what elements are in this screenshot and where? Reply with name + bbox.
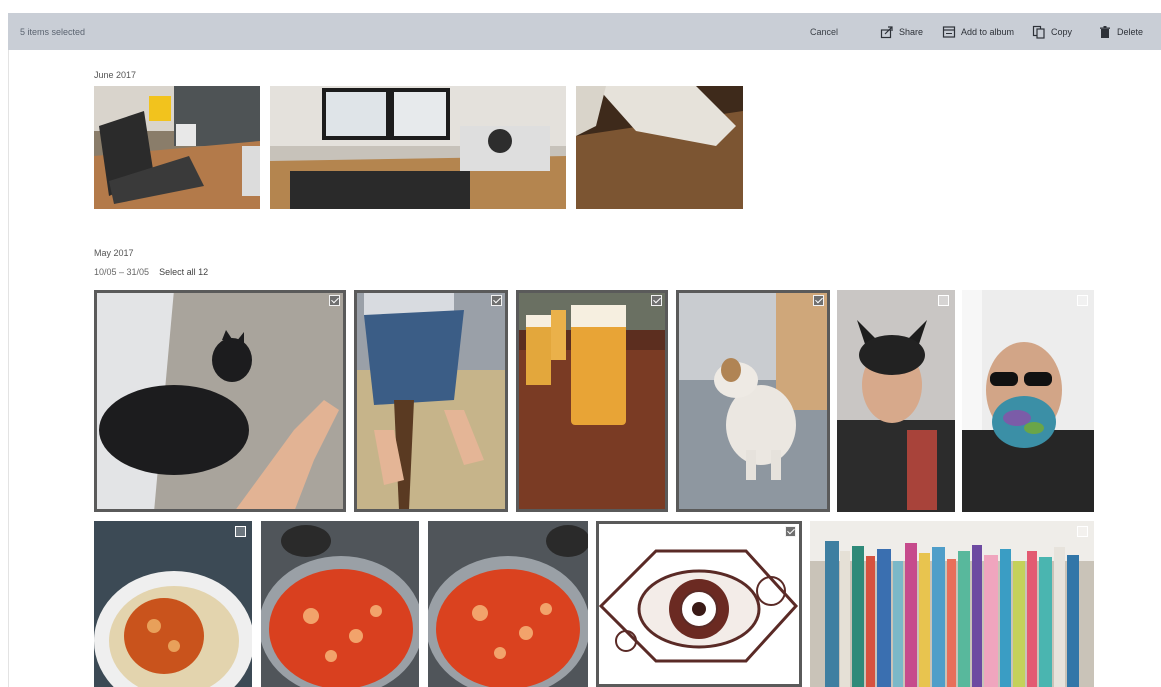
copy-label: Copy xyxy=(1051,26,1073,37)
bookshelf-image xyxy=(810,521,1094,687)
selection-checkbox[interactable] xyxy=(651,295,662,306)
photo-white-dog[interactable] xyxy=(676,290,830,512)
photo-tomato-stew-pot-2[interactable] xyxy=(428,521,588,687)
eye-illustration-image xyxy=(596,521,802,687)
selection-checkbox[interactable] xyxy=(491,295,502,306)
photo-black-cat[interactable] xyxy=(94,290,346,512)
group-title-may-2017: May 2017 xyxy=(94,248,134,258)
selection-checkbox[interactable] xyxy=(235,526,246,537)
monitors-desk-image xyxy=(270,86,566,209)
cat-mask-selfie-image xyxy=(837,290,955,512)
photo-feet-on-step[interactable] xyxy=(354,290,508,512)
tomato-stew-pot-2-image xyxy=(428,521,588,687)
selection-checkbox[interactable] xyxy=(1077,526,1088,537)
cat-on-sofa-image xyxy=(576,86,743,209)
photo-tomato-stew-pot[interactable] xyxy=(261,521,419,687)
cancel-button[interactable]: Cancel xyxy=(810,27,838,37)
share-icon xyxy=(880,25,893,38)
title-bar xyxy=(0,0,1161,10)
photo-monitors-desk[interactable] xyxy=(270,86,566,209)
photo-beer-glasses[interactable] xyxy=(516,290,668,512)
share-label: Share xyxy=(899,26,924,37)
group-subtitle-may-2017: 10/05 – 31/05 Select all 12 xyxy=(94,267,208,277)
copy-icon xyxy=(1032,25,1045,39)
selection-toolbar: 5 items selected Cancel Share Add to alb… xyxy=(8,13,1161,50)
selection-checkbox[interactable] xyxy=(938,295,949,306)
selection-checkbox[interactable] xyxy=(785,526,796,537)
trash-icon xyxy=(1100,25,1110,38)
add-to-album-label: Add to album xyxy=(961,26,1015,37)
add-to-album-button[interactable]: Add to album xyxy=(942,25,1014,39)
white-dog-image xyxy=(676,290,830,512)
nav-pane-edge xyxy=(8,50,9,687)
selected-count: 5 items selected xyxy=(20,26,86,37)
photo-laptop-desk[interactable] xyxy=(94,86,260,209)
photo-sunglasses-selfie[interactable] xyxy=(962,290,1094,512)
sunglasses-selfie-image xyxy=(962,290,1094,512)
laptop-desk-image xyxy=(94,86,260,209)
photo-eye-illustration[interactable] xyxy=(596,521,802,687)
feet-on-step-image xyxy=(354,290,508,512)
photo-cat-on-sofa[interactable] xyxy=(576,86,743,209)
photo-pasta-bowl[interactable] xyxy=(94,521,252,687)
group-title-june-2017: June 2017 xyxy=(94,70,137,80)
tomato-stew-pot-image xyxy=(261,521,419,687)
photo-cat-mask-selfie[interactable] xyxy=(837,290,955,512)
selection-checkbox[interactable] xyxy=(329,295,340,306)
selection-checkbox[interactable] xyxy=(813,295,824,306)
copy-button[interactable]: Copy xyxy=(1032,25,1072,39)
photo-bookshelf[interactable] xyxy=(810,521,1094,687)
album-icon xyxy=(942,25,956,38)
date-range: 10/05 – 31/05 xyxy=(94,267,150,277)
pasta-bowl-image xyxy=(94,521,252,687)
select-all-link[interactable]: Select all 12 xyxy=(159,267,208,277)
delete-label: Delete xyxy=(1117,26,1144,37)
delete-button[interactable]: Delete xyxy=(1098,25,1143,39)
black-cat-image xyxy=(94,290,346,512)
beer-glasses-image xyxy=(516,290,668,512)
selection-checkbox[interactable] xyxy=(1077,295,1088,306)
share-button[interactable]: Share xyxy=(880,25,923,39)
